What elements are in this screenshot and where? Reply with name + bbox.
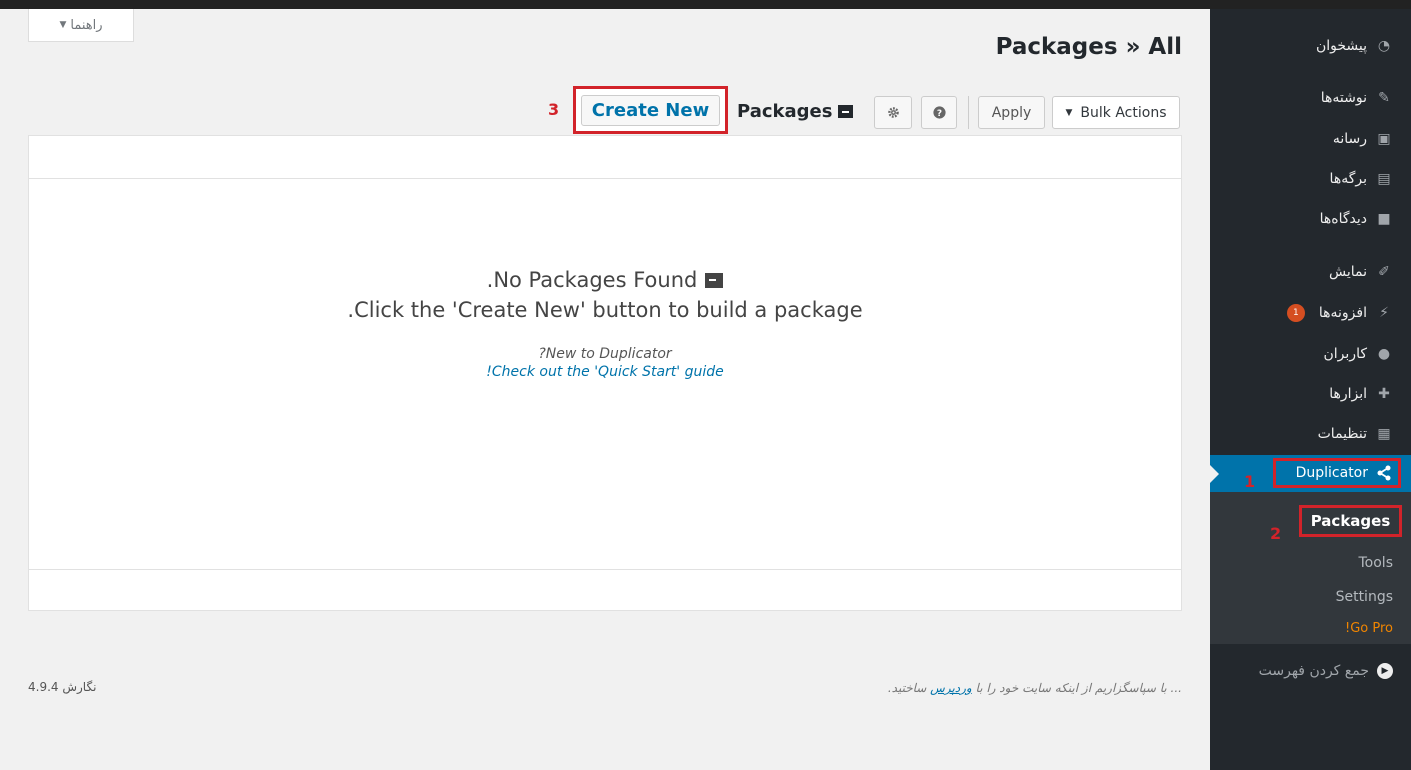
sidebar-item-comments[interactable]: ■ دیدگاه‌ها [1210, 204, 1411, 234]
collapse-icon: ▶ [1377, 663, 1393, 679]
active-arrow-indicator [1210, 465, 1219, 483]
settings-icon: ▦ [1377, 426, 1391, 442]
share-icon [1377, 465, 1391, 481]
sidebar-item-label: افزونه‌ها [1318, 305, 1367, 321]
sidebar-item-label: رسانه [1332, 131, 1367, 147]
appearance-icon: ✐ [1378, 264, 1390, 280]
sidebar-item-label: نمایش [1328, 264, 1367, 280]
collapse-menu-button[interactable]: ▶ جمع کردن فهرست [1210, 656, 1411, 686]
comment-icon: ■ [1377, 211, 1391, 227]
sidebar-item-label: پیشخوان [1315, 38, 1367, 54]
archive-icon [838, 105, 854, 118]
annotation-2: 2 [1270, 524, 1282, 543]
bulk-actions-label: Bulk Actions [1080, 104, 1167, 121]
sidebar-item-label: Duplicator [1295, 465, 1368, 481]
submenu-item-go-pro[interactable]: !Go Pro [1345, 621, 1393, 636]
sidebar-item-label: کاربران [1323, 346, 1367, 362]
sidebar-item-appearance[interactable]: ✐ نمایش [1210, 257, 1411, 287]
caret-down-icon: ▼ [59, 20, 67, 30]
sidebar-item-media[interactable]: ▣ رسانه [1210, 124, 1411, 154]
create-new-highlight: Create New [573, 86, 728, 134]
apply-button[interactable]: Apply [978, 96, 1045, 129]
packages-heading: Packages [737, 101, 854, 122]
wordpress-link[interactable]: وردپرس [930, 681, 972, 695]
table-footer [29, 569, 1181, 610]
bulk-actions-select[interactable]: ▼ Bulk Actions [1052, 96, 1180, 129]
packages-table: .No Packages Found .Click the 'Create Ne… [28, 135, 1182, 611]
submenu-item-packages[interactable]: Packages [1299, 505, 1402, 537]
version-text: نگارش 4.9.4 [28, 680, 97, 694]
no-packages-text: .No Packages Found [486, 268, 698, 292]
sidebar-item-tools[interactable]: ✚ ابزارها [1210, 379, 1411, 409]
collapse-label: جمع کردن فهرست [1258, 663, 1369, 679]
annotation-3: 3 [548, 100, 560, 119]
submenu-item-settings[interactable]: Settings [1336, 589, 1393, 605]
quick-start-link[interactable]: !Check out the 'Quick Start' guide [29, 364, 1181, 380]
help-button[interactable]: ? [921, 96, 957, 129]
sidebar-item-dashboard[interactable]: ◔ پیشخوان [1210, 31, 1411, 61]
empty-state: .No Packages Found .Click the 'Create Ne… [29, 268, 1181, 380]
help-label: راهنما [70, 17, 103, 33]
table-header [29, 136, 1181, 179]
page-title: Packages » All [995, 34, 1182, 60]
update-count-badge: 1 [1286, 304, 1305, 322]
submenu-item-tools[interactable]: Tools [1359, 555, 1394, 571]
no-packages-message: .No Packages Found [29, 268, 1181, 292]
sidebar-item-label: ابزارها [1329, 386, 1367, 402]
thanks-text-end: ساختید. [887, 681, 927, 695]
create-new-button[interactable]: Create New [580, 94, 721, 126]
question-circle-icon: ? [932, 106, 946, 119]
packages-label: Packages [737, 101, 833, 122]
sidebar-item-duplicator[interactable]: Duplicator [1273, 458, 1401, 488]
wrench-icon: ✚ [1378, 386, 1390, 402]
gear-icon [887, 107, 899, 118]
settings-button[interactable] [874, 96, 912, 129]
caret-down-icon: ▼ [1065, 107, 1073, 118]
archive-icon [705, 272, 724, 288]
create-hint: .Click the 'Create New' button to build … [347, 298, 863, 322]
footer-thanks: ... با سپاسگزاریم از اینکه سایت خود را ب… [888, 681, 1182, 695]
plugin-icon: ⚡ [1379, 305, 1389, 321]
annotation-1: 1 [1244, 472, 1256, 491]
dashboard-icon: ◔ [1377, 38, 1391, 54]
pin-icon: ✎ [1378, 90, 1390, 106]
sidebar-item-pages[interactable]: ▤ برگه‌ها [1210, 164, 1411, 194]
page-icon: ▤ [1377, 171, 1391, 187]
sidebar-item-settings[interactable]: ▦ تنظیمات [1210, 419, 1411, 449]
user-icon: ● [1377, 346, 1391, 362]
sidebar-item-label: برگه‌ها [1329, 171, 1367, 187]
top-admin-bar [0, 0, 1411, 9]
new-to-duplicator: ?New to Duplicator [538, 346, 672, 362]
toolbar-separator [968, 96, 969, 129]
sidebar-item-plugins[interactable]: ⚡ افزونه‌ها 1 [1210, 298, 1411, 328]
sidebar-item-posts[interactable]: ✎ نوشته‌ها [1210, 83, 1411, 113]
media-icon: ▣ [1377, 131, 1391, 147]
sidebar-item-users[interactable]: ● کاربران [1210, 339, 1411, 369]
thanks-text: ... با سپاسگزاریم از اینکه سایت خود را ب… [975, 681, 1182, 695]
help-tab-button[interactable]: راهنما ▼ [28, 9, 134, 42]
sidebar-item-label: تنظیمات [1317, 426, 1367, 442]
sidebar-item-label: دیدگاه‌ها [1319, 211, 1367, 227]
sidebar-item-label: نوشته‌ها [1320, 90, 1367, 106]
svg-text:?: ? [936, 109, 941, 119]
